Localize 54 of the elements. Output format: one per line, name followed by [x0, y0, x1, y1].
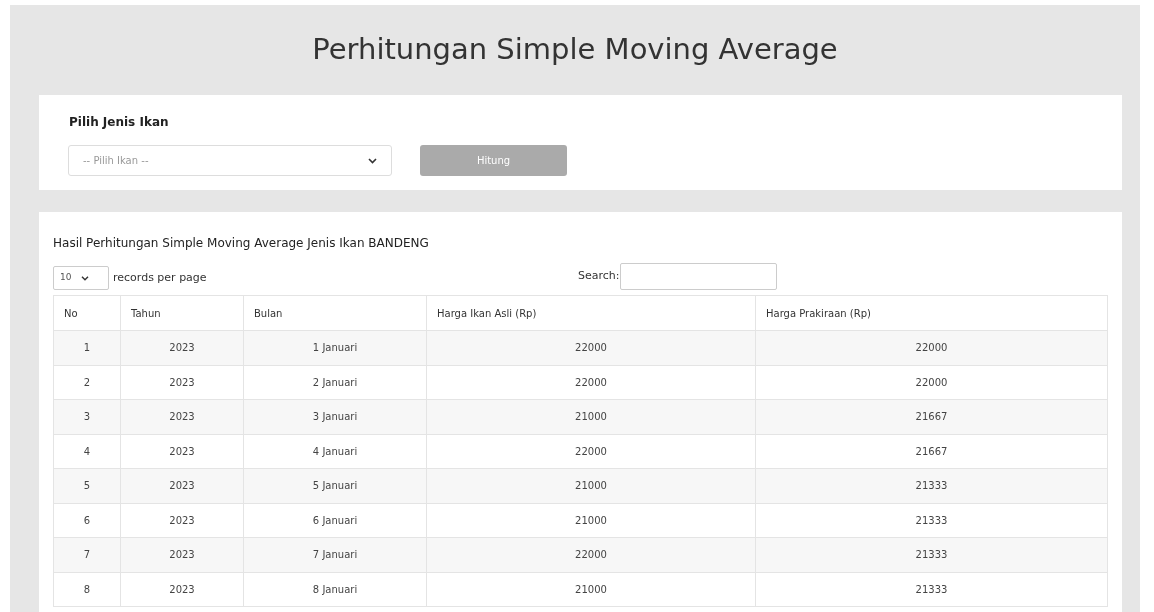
page-title: Perhitungan Simple Moving Average	[311, 31, 839, 68]
table-cell: 4 Januari	[243, 434, 427, 469]
column-header[interactable]: Harga Prakiraan (Rp)	[755, 295, 1108, 331]
table-cell: 1 Januari	[243, 330, 427, 365]
table-cell: 2 Januari	[243, 365, 427, 400]
table-cell: 21333	[755, 468, 1108, 503]
page-length-label: records per page	[113, 269, 207, 286]
table-cell: 2	[53, 365, 121, 400]
table-cell: 21667	[755, 434, 1108, 469]
table-cell: 4	[53, 434, 121, 469]
table-cell: 6	[53, 503, 121, 538]
table-cell: 2023	[120, 572, 244, 607]
table-cell: 21333	[755, 503, 1108, 538]
search-label: Search:	[578, 268, 620, 285]
table-cell: 2023	[120, 365, 244, 400]
table-cell: 2023	[120, 503, 244, 538]
table-cell: 21333	[755, 572, 1108, 607]
table-cell: 22000	[755, 365, 1108, 400]
table-cell: 21000	[426, 468, 756, 503]
table-cell: 8 Januari	[243, 572, 427, 607]
table-cell: 2023	[120, 468, 244, 503]
field-label: Pilih Jenis Ikan	[69, 115, 169, 129]
column-header[interactable]: Bulan	[243, 295, 427, 331]
table-cell: 21000	[426, 399, 756, 434]
table-cell: 7 Januari	[243, 537, 427, 572]
column-header[interactable]: Harga Ikan Asli (Rp)	[426, 295, 756, 331]
table-cell: 6 Januari	[243, 503, 427, 538]
table-cell: 22000	[426, 434, 756, 469]
table-cell: 21667	[755, 399, 1108, 434]
table-cell: 22000	[426, 330, 756, 365]
table-cell: 3	[53, 399, 121, 434]
table-cell: 22000	[755, 330, 1108, 365]
chevron-down-icon	[81, 275, 90, 281]
table-cell: 5	[53, 468, 121, 503]
table-cell: 21333	[755, 537, 1108, 572]
column-header[interactable]: Tahun	[120, 295, 244, 331]
table-cell: 7	[53, 537, 121, 572]
page-length-select[interactable]: 10	[53, 266, 109, 290]
search-field[interactable]	[619, 263, 777, 290]
chevron-down-icon	[368, 157, 377, 164]
table-cell: 5 Januari	[243, 468, 427, 503]
table-cell: 8	[53, 572, 121, 607]
result-heading: Hasil Perhitungan Simple Moving Average Jenis Ikan BANDENG	[53, 236, 429, 250]
table-cell: 21000	[426, 503, 756, 538]
table-cell: 2023	[120, 330, 244, 365]
table-cell: 22000	[426, 365, 756, 400]
table-cell: 21000	[426, 572, 756, 607]
table-cell: 1	[53, 330, 121, 365]
table-cell: 2023	[120, 399, 244, 434]
column-header[interactable]: No	[53, 295, 121, 331]
table-cell: 3 Januari	[243, 399, 427, 434]
table-cell: 2023	[120, 434, 244, 469]
table-cell: 2023	[120, 537, 244, 572]
table-cell: 22000	[426, 537, 756, 572]
